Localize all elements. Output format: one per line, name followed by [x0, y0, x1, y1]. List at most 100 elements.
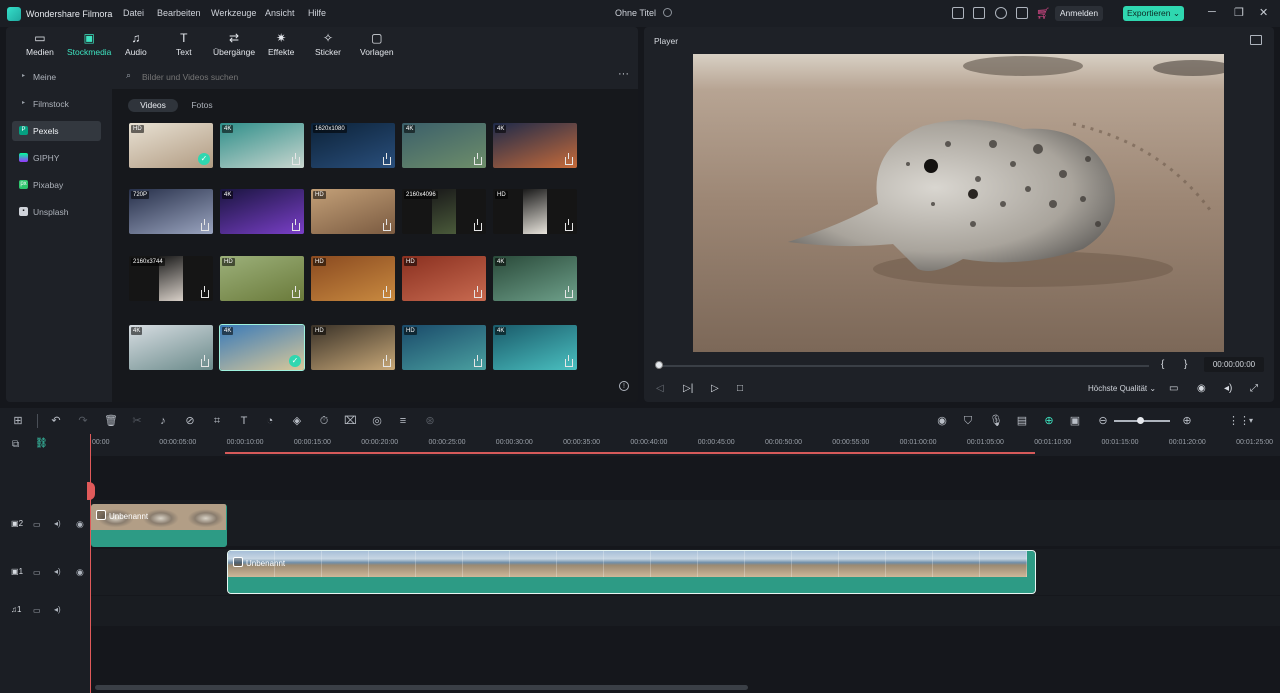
volume-icon[interactable]: ◂)	[1224, 383, 1232, 394]
stock-thumbnail[interactable]: 2160x4096	[402, 189, 486, 234]
visibility-icon[interactable]: ◉	[76, 567, 84, 578]
stock-thumbnail[interactable]: 2160x3744	[129, 256, 213, 301]
stop-icon[interactable]: □	[737, 383, 743, 394]
mark-out-icon[interactable]: }	[1184, 359, 1187, 370]
stock-thumbnail[interactable]: 4K	[493, 123, 577, 168]
freeze-icon[interactable]: ⌧	[344, 415, 357, 427]
download-icon[interactable]	[474, 219, 482, 231]
download-icon[interactable]	[292, 153, 300, 165]
restore-icon[interactable]: ❐	[1234, 6, 1244, 19]
stock-thumbnail[interactable]: 4K	[220, 189, 304, 234]
step-forward-icon[interactable]: ▷|	[683, 383, 693, 394]
folder-icon[interactable]: ▭	[33, 520, 41, 529]
snapshot-icon[interactable]	[1250, 35, 1262, 45]
chevron-down-icon[interactable]: ▾	[1245, 415, 1257, 427]
menu-hilfe[interactable]: Hilfe	[308, 8, 326, 18]
color-icon[interactable]: ◈	[291, 415, 303, 427]
download-icon[interactable]	[383, 219, 391, 231]
track-settings-icon[interactable]: ⋮⋮	[1228, 415, 1250, 427]
stock-thumbnail[interactable]: 720P	[129, 189, 213, 234]
cloud-icon[interactable]	[995, 7, 1007, 19]
download-icon[interactable]	[565, 355, 573, 367]
stock-thumbnail[interactable]: 4K	[220, 123, 304, 168]
minimize-icon[interactable]: ─	[1208, 6, 1216, 18]
download-icon[interactable]	[292, 286, 300, 298]
cut-icon[interactable]: ✂︎	[131, 415, 143, 427]
download-icon[interactable]	[383, 153, 391, 165]
sidebar-item-meine[interactable]: ▸ Meine	[12, 67, 101, 87]
disable-icon[interactable]: ⊘	[184, 415, 196, 427]
zoom-handle[interactable]	[1137, 417, 1144, 424]
download-icon[interactable]	[201, 219, 209, 231]
tab-vorlagen[interactable]: ▢ Vorlagen	[360, 32, 394, 57]
monitor-icon[interactable]: ▭	[1169, 383, 1178, 394]
voiceover-icon[interactable]: ▤	[1016, 415, 1028, 427]
filter-videos[interactable]: Videos	[128, 99, 178, 112]
stock-thumbnail[interactable]: HD	[220, 256, 304, 301]
stock-thumbnail[interactable]: 4K	[493, 256, 577, 301]
timeline-scrollbar[interactable]	[95, 685, 748, 690]
mask-icon[interactable]: ◎	[371, 415, 383, 427]
close-icon[interactable]: ✕	[1259, 6, 1268, 19]
quality-select[interactable]: Höchste Qualität ⌄	[1088, 384, 1156, 393]
stock-thumbnail[interactable]: 1620x1080	[311, 123, 395, 168]
link-icon[interactable]: ⛓︎	[35, 438, 48, 449]
stock-thumbnail[interactable]: HD ✓	[129, 123, 213, 168]
download-icon[interactable]	[292, 219, 300, 231]
download-icon[interactable]	[474, 355, 482, 367]
shield-icon[interactable]: ⛉	[962, 415, 974, 427]
tab-sticker[interactable]: ✧ Sticker	[315, 32, 341, 57]
download-icon[interactable]	[565, 219, 573, 231]
mute-icon[interactable]: ◂)	[54, 519, 61, 528]
previous-frame-icon[interactable]: ◁	[656, 383, 664, 394]
tab-uebergaenge[interactable]: ⇄ Übergänge	[213, 32, 255, 57]
fullscreen-icon[interactable]: ⤢	[1250, 383, 1258, 394]
zoom-in-icon[interactable]: ⊕	[1181, 415, 1193, 427]
text-tool-icon[interactable]: T	[238, 415, 250, 427]
split-screen-icon[interactable]: ▣	[1069, 415, 1081, 427]
search-input[interactable]	[142, 70, 442, 84]
speed-icon[interactable]: ◔	[264, 415, 276, 427]
filter-fotos[interactable]: Fotos	[184, 99, 220, 112]
delete-icon[interactable]: 🗑︎	[104, 415, 118, 427]
menu-werkzeuge[interactable]: Werkzeuge	[211, 8, 256, 18]
tab-medien[interactable]: ▭ Medien	[26, 32, 54, 57]
adjust-icon[interactable]: ≡	[397, 415, 409, 427]
sidebar-item-pexels[interactable]: P Pexels	[12, 121, 101, 141]
download-icon[interactable]	[383, 286, 391, 298]
stock-thumbnail[interactable]: HD	[311, 189, 395, 234]
sidebar-item-unsplash[interactable]: ▪ Unsplash	[12, 202, 101, 222]
tab-audio[interactable]: ♫ Audio	[125, 32, 147, 57]
visibility-icon[interactable]: ◉	[76, 519, 84, 530]
timer-icon[interactable]: ⏱︎	[318, 415, 330, 427]
stock-thumbnail[interactable]: HD	[311, 256, 395, 301]
apps-icon[interactable]	[1016, 7, 1028, 19]
stock-thumbnail[interactable]: HD	[311, 325, 395, 370]
download-icon[interactable]	[201, 355, 209, 367]
folder-icon[interactable]: ▭	[33, 568, 41, 577]
stock-thumbnail[interactable]: HD	[493, 189, 577, 234]
playhead[interactable]	[90, 434, 91, 693]
redo-icon[interactable]: ↷	[77, 415, 89, 427]
play-icon[interactable]: ▷	[711, 383, 719, 394]
menu-datei[interactable]: Datei	[123, 8, 144, 18]
playback-progress[interactable]	[658, 365, 1149, 367]
menu-ansicht[interactable]: Ansicht	[265, 8, 295, 18]
download-icon[interactable]	[474, 153, 482, 165]
tab-text[interactable]: T Text	[176, 32, 192, 57]
folder-icon[interactable]: ▭	[33, 606, 41, 615]
add-track-icon[interactable]: ⧉	[12, 439, 19, 450]
clip-beach[interactable]: Unbenannt	[227, 550, 1036, 594]
sidebar-item-giphy[interactable]: GIPHY	[12, 148, 101, 168]
download-icon[interactable]	[565, 153, 573, 165]
stock-thumbnail[interactable]: HD	[402, 256, 486, 301]
tab-effekte[interactable]: ✷ Effekte	[268, 32, 294, 57]
info-icon[interactable]: !	[619, 381, 629, 391]
stock-thumbnail[interactable]: 4K	[402, 123, 486, 168]
sidebar-item-filmstock[interactable]: ▸ Filmstock	[12, 94, 101, 114]
playhead-handle[interactable]	[87, 482, 95, 500]
more-tools-icon[interactable]: ⊛	[424, 415, 436, 427]
mute-icon[interactable]: ◂)	[54, 567, 61, 576]
download-icon[interactable]	[383, 355, 391, 367]
stock-thumbnail[interactable]: 4K	[493, 325, 577, 370]
